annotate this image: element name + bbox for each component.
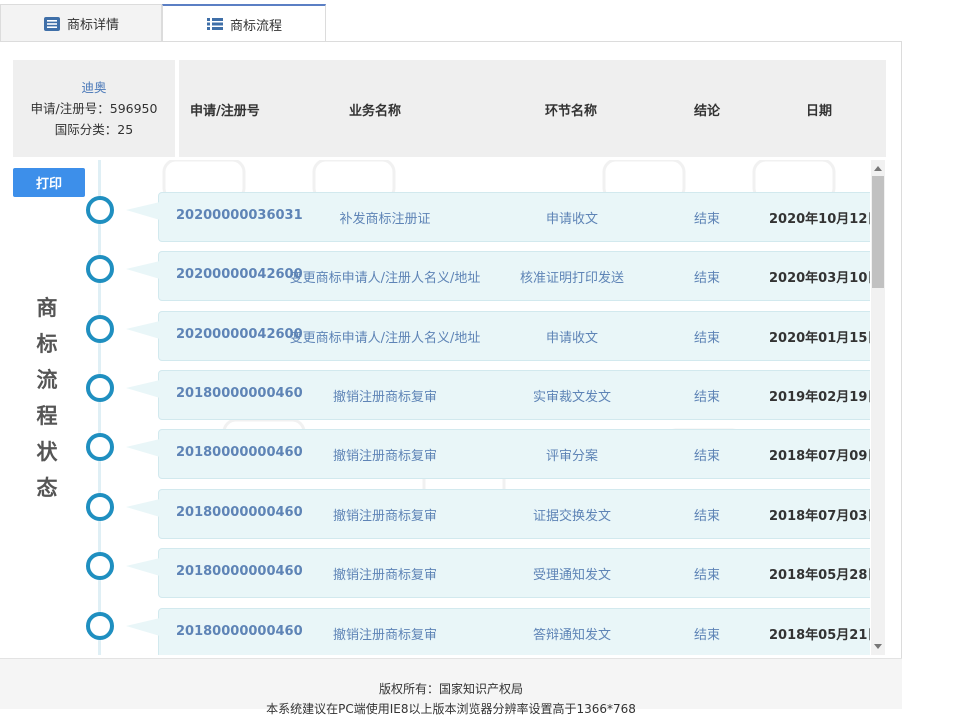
date-cell: 2018年07月09日 <box>769 449 870 464</box>
tab-trademark-process[interactable]: 商标流程 <box>162 4 326 42</box>
process-card[interactable]: 20180000000460 撤销注册商标复审 答辩通知发文 结束 2018年05月21… <box>158 608 870 655</box>
process-list[interactable]: 20200000036031 补发商标注册证 申请收文 结束 2020年10月12日 20… <box>84 160 870 655</box>
card-pointer <box>126 439 160 457</box>
result-cell: 结束 <box>693 568 720 583</box>
business-name-cell: 补发商标注册证 <box>339 212 431 227</box>
stage-name-cell: 答辩通知发文 <box>532 628 611 643</box>
side-title-char: 程 <box>36 404 58 428</box>
tab-trademark-details[interactable]: 商标详情 <box>0 4 162 42</box>
business-name-cell: 变更商标申请人/注册人名义/地址 <box>289 271 481 286</box>
card-pointer <box>126 261 160 279</box>
timeline-node-icon <box>86 433 114 461</box>
international-class: 国际分类：25 <box>54 122 134 137</box>
stage-name-cell: 申请收文 <box>545 212 598 227</box>
card-pointer <box>126 380 160 398</box>
card-pointer <box>126 499 160 517</box>
stage-name-cell: 证据交换发文 <box>532 509 611 524</box>
header-result: 结论 <box>694 104 721 119</box>
result-cell: 结束 <box>693 628 720 643</box>
list-item[interactable]: 20200000042600 变更商标申请人/注册人名义/地址 申请收文 结束 2020… <box>84 311 870 361</box>
list-item[interactable]: 20180000000460 撤销注册商标复审 答辩通知发文 结束 2018年05月21… <box>84 608 870 655</box>
result-cell: 结束 <box>693 449 720 464</box>
date-cell: 2019年02月19日 <box>769 390 870 405</box>
tab-label: 商标详情 <box>66 18 119 33</box>
result-cell: 结束 <box>693 390 720 405</box>
card-pointer <box>126 618 160 636</box>
result-cell: 结束 <box>693 331 720 346</box>
stage-name-cell: 实审裁文发文 <box>532 390 611 405</box>
tab-bar: 商标详情 商标流程 <box>0 0 958 42</box>
card-pointer <box>126 202 160 220</box>
timeline-node-icon <box>86 196 114 224</box>
process-status-title: 商 标 流 程 状 态 <box>32 290 62 506</box>
result-cell: 结束 <box>693 271 720 286</box>
date-cell: 2018年05月28日 <box>769 568 870 583</box>
process-card[interactable]: 20180000000460 撤销注册商标复审 评审分案 结束 2018年07月09日 <box>158 429 870 479</box>
business-name-cell: 撤销注册商标复审 <box>332 628 437 643</box>
card-pointer <box>126 321 160 339</box>
stage-name-cell: 评审分案 <box>545 449 598 464</box>
business-name-cell: 撤销注册商标复审 <box>332 390 437 405</box>
tab-label: 商标流程 <box>229 18 282 34</box>
copyright-text: 版权所有：国家知识产权局 <box>378 682 523 696</box>
timeline-node-icon <box>86 374 114 402</box>
trademark-name[interactable]: 迪奥 <box>13 77 175 98</box>
browser-notice: 本系统建议在PC端使用IE8以上版本浏览器分辨率设置高于1366*768 <box>266 702 636 716</box>
timeline-node-icon <box>86 552 114 580</box>
footer: 版权所有：国家知识产权局 本系统建议在PC端使用IE8以上版本浏览器分辨率设置高… <box>0 658 902 716</box>
timeline-node-icon <box>86 315 114 343</box>
list-table-icon <box>206 18 223 30</box>
print-button[interactable]: 打印 <box>13 168 85 197</box>
header-stage-name: 环节名称 <box>545 104 598 119</box>
process-card[interactable]: 20200000036031 补发商标注册证 申请收文 结束 2020年10月12日 <box>158 192 870 242</box>
trademark-info-box: 迪奥 申请/注册号：596950 国际分类：25 <box>13 60 175 157</box>
side-title-char: 商 <box>36 296 58 320</box>
timeline-node-icon <box>86 493 114 521</box>
header-date: 日期 <box>806 104 833 119</box>
stage-name-cell: 申请收文 <box>545 331 598 346</box>
side-title-char: 状 <box>36 440 58 464</box>
list-item[interactable]: 20200000036031 补发商标注册证 申请收文 结束 2020年10月12日 <box>84 192 870 242</box>
business-name-cell: 撤销注册商标复审 <box>332 568 437 583</box>
header-reg-no: 申请/注册号 <box>190 104 260 119</box>
timeline-node-icon <box>86 255 114 283</box>
stage-name-cell: 受理通知发文 <box>532 568 611 583</box>
timeline-node-icon <box>86 612 114 640</box>
list-item[interactable]: 20180000000460 撤销注册商标复审 证据交换发文 结束 2018年07月03… <box>84 489 870 539</box>
process-card[interactable]: 20200000042600 变更商标申请人/注册人名义/地址 核准证明打印发送 结束… <box>158 251 870 301</box>
date-cell: 2020年01月15日 <box>769 331 870 346</box>
header-business-name: 业务名称 <box>349 104 402 119</box>
business-name-cell: 撤销注册商标复审 <box>332 509 437 524</box>
scrollbar[interactable] <box>871 160 885 655</box>
process-card[interactable]: 20180000000460 撤销注册商标复审 证据交换发文 结束 2018年07月03… <box>158 489 870 539</box>
list-item[interactable]: 20180000000460 撤销注册商标复审 评审分案 结束 2018年07月09日 <box>84 429 870 479</box>
result-cell: 结束 <box>693 509 720 524</box>
process-card[interactable]: 20180000000460 撤销注册商标复审 实审裁文发文 结束 2019年02月19… <box>158 370 870 420</box>
list-item[interactable]: 20180000000460 撤销注册商标复审 受理通知发文 结束 2018年05月28… <box>84 548 870 598</box>
list-item[interactable]: 20180000000460 撤销注册商标复审 实审裁文发文 结束 2019年02月19… <box>84 370 870 420</box>
table-header: 申请/注册号 业务名称 环节名称 结论 日期 <box>179 60 886 157</box>
process-card[interactable]: 20200000042600 变更商标申请人/注册人名义/地址 申请收文 结束 2020… <box>158 311 870 361</box>
side-title-char: 标 <box>36 332 58 356</box>
list-doc-icon <box>43 16 60 31</box>
list-item[interactable]: 20200000042600 变更商标申请人/注册人名义/地址 核准证明打印发送 结束… <box>84 251 870 301</box>
stage-name-cell: 核准证明打印发送 <box>519 271 624 286</box>
side-title-char: 流 <box>36 368 58 392</box>
process-card[interactable]: 20180000000460 撤销注册商标复审 受理通知发文 结束 2018年05月28… <box>158 548 870 598</box>
scrollbar-thumb[interactable] <box>872 176 884 288</box>
business-name-cell: 变更商标申请人/注册人名义/地址 <box>289 331 481 346</box>
date-cell: 2018年07月03日 <box>769 509 870 524</box>
scroll-up-arrow-icon[interactable] <box>874 166 882 171</box>
registration-number: 申请/注册号：596950 <box>30 101 158 116</box>
side-title-char: 态 <box>36 476 58 500</box>
scroll-down-arrow-icon[interactable] <box>874 644 882 649</box>
date-cell: 2020年03月10日 <box>769 271 870 286</box>
card-pointer <box>126 558 160 576</box>
date-cell: 2020年10月12日 <box>769 212 870 227</box>
date-cell: 2018年05月21日 <box>769 628 870 643</box>
business-name-cell: 撤销注册商标复审 <box>332 449 437 464</box>
result-cell: 结束 <box>693 212 720 227</box>
